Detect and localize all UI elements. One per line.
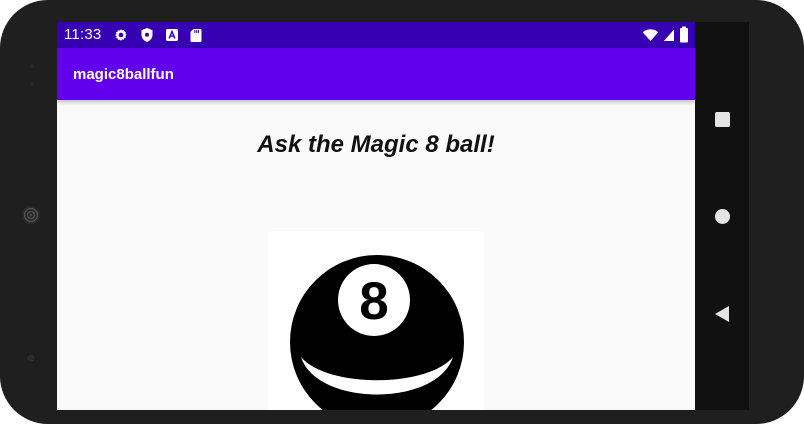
- circle-icon: [714, 208, 730, 224]
- recents-button[interactable]: [709, 106, 735, 132]
- font-badge-icon: [166, 29, 178, 41]
- sd-card-icon: [190, 28, 202, 42]
- front-sensor: [30, 82, 34, 86]
- app-title: magic8ballfun: [73, 66, 174, 83]
- home-button[interactable]: [709, 203, 735, 229]
- ball-number: 8: [359, 272, 388, 331]
- status-bar: 11:33: [57, 22, 695, 48]
- speaker-grill: [22, 206, 40, 224]
- front-sensor: [30, 64, 34, 68]
- signal-icon: [663, 29, 674, 41]
- status-icons-left: [113, 27, 202, 43]
- phone-frame: 11:33 magic8ballfun Ask the Magic 8 ball…: [0, 0, 804, 424]
- wifi-icon: [642, 28, 659, 41]
- app-bar: magic8ballfun: [57, 48, 695, 100]
- status-time: 11:33: [64, 26, 102, 43]
- magic-8-ball-image[interactable]: 8: [268, 231, 484, 410]
- status-icons-right: [642, 26, 689, 43]
- back-button[interactable]: [709, 301, 735, 327]
- back-triangle-icon: [715, 306, 729, 322]
- front-camera: [26, 353, 36, 363]
- shield-icon: [141, 28, 153, 42]
- magic-8-ball-icon: 8: [290, 255, 464, 410]
- square-icon: [714, 111, 730, 127]
- navigation-bar: [695, 22, 749, 410]
- page-heading: Ask the Magic 8 ball!: [257, 131, 495, 158]
- battery-icon: [680, 26, 688, 43]
- gear-icon: [115, 29, 127, 41]
- phone-screen: 11:33 magic8ballfun Ask the Magic 8 ball…: [57, 22, 695, 410]
